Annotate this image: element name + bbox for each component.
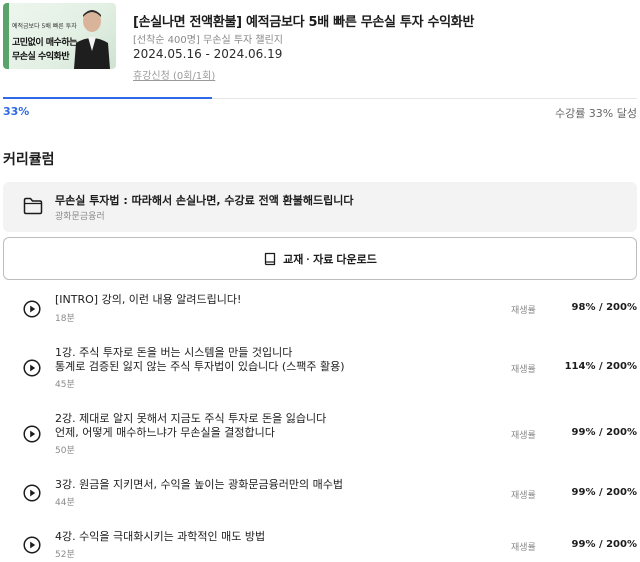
progress-percent: 33% [3, 105, 30, 118]
lesson-item[interactable]: 2강. 제대로 알지 못해서 지금도 주식 투자로 돈을 잃습니다 언제, 어떻… [3, 412, 637, 456]
playback-rate-value: 99% / 200% [571, 427, 637, 438]
curriculum-heading: 커리큘럼 [3, 152, 55, 168]
progress-status-text: 수강률 33% 달성 [554, 107, 637, 120]
play-circle-icon[interactable] [23, 484, 41, 502]
play-circle-icon[interactable] [23, 359, 41, 377]
playback-rate-value: 99% / 200% [571, 487, 637, 498]
course-header: 예적금보다 5배 빠른 투자 고민없이 매수하는 무손실 수익화반 [손실나면 … [0, 0, 640, 96]
lesson-item[interactable]: [INTRO] 강의, 이런 내용 알려드립니다! 18분 재생률 98% / … [3, 291, 637, 333]
playback-rate-label: 재생률 [511, 491, 536, 501]
course-subtitle: [선착순 400명] 무손실 투자 챌린지 [133, 35, 284, 46]
curriculum-section[interactable]: 무손실 투자법 : 따라해서 손실나면, 수강료 전액 환불해드립니다 광화문금… [3, 182, 637, 232]
lesson-item[interactable]: 1강. 주식 투자로 돈을 버는 시스템을 만들 것입니다 통계로 검증된 잃지… [3, 346, 637, 390]
folder-icon [23, 197, 43, 215]
lesson-duration: 18분 [55, 314, 75, 324]
download-materials-button[interactable]: 교재 · 자료 다운로드 [3, 237, 637, 280]
lesson-title-line1: 1강. 주식 투자로 돈을 버는 시스템을 만들 것입니다 [55, 346, 293, 359]
playback-rate-value: 99% / 200% [571, 539, 637, 550]
play-circle-icon[interactable] [23, 536, 41, 554]
playback-rate-label: 재생률 [511, 431, 536, 441]
playback-rate-label: 재생률 [511, 306, 536, 316]
section-author: 광화문금융러 [55, 212, 105, 222]
thumbnail-caption: 예적금보다 5배 빠른 투자 [12, 23, 77, 30]
lesson-title: [INTRO] 강의, 이런 내용 알려드립니다! [55, 293, 242, 306]
course-thumbnail[interactable]: 예적금보다 5배 빠른 투자 고민없이 매수하는 무손실 수익화반 [3, 3, 116, 69]
playback-rate-label: 재생률 [511, 365, 536, 375]
lesson-title-line2: 언제, 어떻게 매수하느냐가 무손실을 결정합니다 [55, 426, 275, 439]
thumbnail-stripe [3, 3, 9, 69]
playback-rate-label: 재생률 [511, 543, 536, 553]
lesson-duration: 45분 [55, 380, 75, 390]
play-circle-icon[interactable] [23, 425, 41, 443]
lesson-title-line1: 2강. 제대로 알지 못해서 지금도 주식 투자로 돈을 잃습니다 [55, 412, 327, 425]
thumbnail-headline-2: 무손실 수익화반 [12, 52, 70, 62]
progress-fill [3, 97, 212, 99]
lesson-title: 4강. 수익을 극대화시키는 과학적인 매도 방법 [55, 530, 266, 543]
lesson-duration: 50분 [55, 446, 75, 456]
course-dates: 2024.05.16 - 2024.06.19 [133, 47, 283, 61]
play-circle-icon[interactable] [23, 300, 41, 318]
leave-request-link[interactable]: 휴강신청 (0회/1회) [133, 67, 215, 82]
lesson-title-line2: 통계로 검증된 잃지 않는 주식 투자법이 있습니다 (스팩주 활용) [55, 360, 345, 373]
lesson-duration: 52분 [55, 550, 75, 560]
instructor-photo [74, 10, 110, 69]
book-icon [264, 252, 276, 265]
section-title: 무손실 투자법 : 따라해서 손실나면, 수강료 전액 환불해드립니다 [55, 194, 354, 207]
lesson-item[interactable]: 3강. 원금을 지키면서, 수익을 높이는 광화문금융러만의 매수법 44분 재… [3, 478, 637, 510]
playback-rate-value: 98% / 200% [571, 302, 637, 313]
lesson-duration: 44분 [55, 498, 75, 508]
thumbnail-headline-1: 고민없이 매수하는 [12, 38, 77, 48]
playback-rate-value: 114% / 200% [564, 361, 637, 372]
lesson-title: 3강. 원금을 지키면서, 수익을 높이는 광화문금융러만의 매수법 [55, 478, 343, 491]
lesson-item[interactable]: 4강. 수익을 극대화시키는 과학적인 매도 방법 52분 재생률 99% / … [3, 530, 637, 562]
course-title: [손실나면 전액환불] 예적금보다 5배 빠른 무손실 투자 수익화반 [133, 15, 475, 30]
download-label: 교재 · 자료 다운로드 [283, 253, 377, 266]
